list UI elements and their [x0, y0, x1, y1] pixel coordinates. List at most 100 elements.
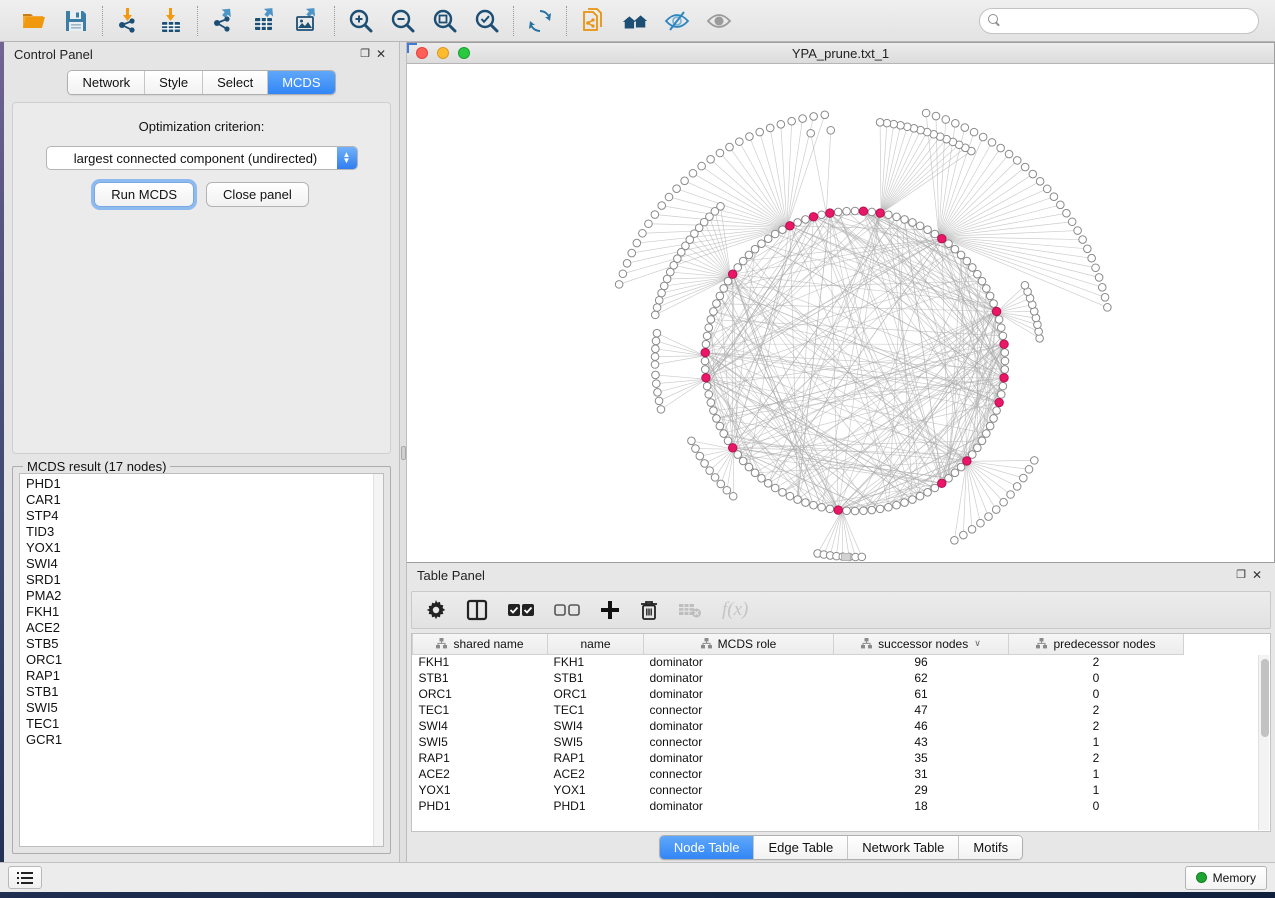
table-vscroll[interactable]: [1258, 655, 1269, 830]
mcds-result-item[interactable]: FKH1: [26, 604, 383, 620]
show-graphics-details-icon[interactable]: [705, 7, 733, 35]
select-all-icon[interactable]: [508, 597, 534, 623]
mcds-result-item[interactable]: TID3: [26, 524, 383, 540]
table-row[interactable]: PHD1PHD1dominator180: [413, 798, 1272, 814]
import-table-icon[interactable]: [157, 7, 185, 35]
toggle-columns-icon[interactable]: [466, 597, 488, 623]
table-row[interactable]: TEC1TEC1connector472: [413, 702, 1272, 718]
zoom-out-icon[interactable]: [389, 7, 417, 35]
export-table-icon[interactable]: [252, 7, 280, 35]
network-hscroll-thumb[interactable]: [841, 553, 851, 561]
split-pane-divider[interactable]: [400, 42, 407, 862]
mcds-result-item[interactable]: SWI4: [26, 556, 383, 572]
table-row[interactable]: YOX1YOX1connector291: [413, 782, 1272, 798]
network-canvas[interactable]: [407, 64, 1274, 562]
mcds-result-item[interactable]: ORC1: [26, 652, 383, 668]
table-vscroll-thumb[interactable]: [1261, 659, 1269, 737]
delete-column-icon[interactable]: [640, 597, 658, 623]
mcds-result-item[interactable]: PMA2: [26, 588, 383, 604]
column-header-name[interactable]: name: [548, 634, 644, 654]
table-row[interactable]: RAP1RAP1dominator352: [413, 750, 1272, 766]
task-history-button[interactable]: [8, 866, 42, 889]
table-row[interactable]: ACE2ACE2connector311: [413, 766, 1272, 782]
mcds-result-item[interactable]: STP4: [26, 508, 383, 524]
search-input[interactable]: [1007, 13, 1250, 29]
table-cell: 2: [1009, 702, 1184, 718]
table-row[interactable]: SWI5SWI5connector431: [413, 734, 1272, 750]
table-cell: 1: [1009, 782, 1184, 798]
table-row[interactable]: SWI4SWI4dominator462: [413, 718, 1272, 734]
float-panel-button[interactable]: ❐: [357, 46, 373, 62]
tab-node-table[interactable]: Node Table: [660, 836, 755, 859]
close-table-panel-button[interactable]: ✕: [1249, 567, 1265, 583]
run-mcds-button[interactable]: Run MCDS: [94, 182, 194, 207]
home-networks-icon[interactable]: [621, 7, 649, 35]
table-cell: STB1: [413, 670, 548, 686]
tab-motifs[interactable]: Motifs: [959, 836, 1022, 859]
column-header-successor-nodes[interactable]: successor nodes∨: [834, 634, 1009, 654]
zoom-fit-icon[interactable]: [431, 7, 459, 35]
mcds-result-item[interactable]: TEC1: [26, 716, 383, 732]
open-file-icon[interactable]: [20, 7, 48, 35]
search-field[interactable]: [979, 8, 1259, 34]
zoom-selected-icon[interactable]: [473, 7, 501, 35]
delete-table-icon: [678, 597, 702, 623]
tab-network-table[interactable]: Network Table: [848, 836, 959, 859]
mcds-result-item[interactable]: CAR1: [26, 492, 383, 508]
table-cell: 18: [834, 798, 1009, 814]
table-row[interactable]: ORC1ORC1dominator610: [413, 686, 1272, 702]
import-network-icon[interactable]: [115, 7, 143, 35]
table-cell: dominator: [644, 654, 834, 670]
tab-select[interactable]: Select: [203, 71, 268, 94]
column-header-MCDS-role[interactable]: MCDS role: [644, 634, 834, 654]
mcds-result-item[interactable]: STB5: [26, 636, 383, 652]
network-graph[interactable]: [407, 64, 1273, 562]
column-header-shared-name[interactable]: shared name: [413, 634, 548, 654]
save-session-icon[interactable]: [62, 7, 90, 35]
table-settings-gear-icon[interactable]: [426, 597, 446, 623]
table-cell: 43: [834, 734, 1009, 750]
network-window-titlebar[interactable]: YPA_prune.txt_1: [407, 43, 1274, 64]
close-panel-button-mcds[interactable]: Close panel: [206, 182, 309, 207]
refresh-icon[interactable]: [526, 7, 554, 35]
zoom-in-icon[interactable]: [347, 7, 375, 35]
network-title: YPA_prune.txt_1: [407, 46, 1274, 61]
tab-style[interactable]: Style: [145, 71, 203, 94]
mcds-result-item[interactable]: ACE2: [26, 620, 383, 636]
table-cell: 31: [834, 766, 1009, 782]
memory-label: Memory: [1213, 871, 1256, 885]
mcds-result-item[interactable]: GCR1: [26, 732, 383, 748]
table-panel: Table Panel ❐ ✕: [407, 563, 1275, 862]
hide-graphics-details-icon[interactable]: [663, 7, 691, 35]
table-header-row[interactable]: shared namenameMCDS rolesuccessor nodes∨…: [413, 634, 1272, 654]
mcds-result-item[interactable]: PHD1: [26, 476, 383, 492]
mcds-result-item[interactable]: RAP1: [26, 668, 383, 684]
share-document-icon[interactable]: [579, 7, 607, 35]
memory-button[interactable]: Memory: [1185, 866, 1267, 890]
deselect-all-icon[interactable]: [554, 597, 580, 623]
column-header-predecessor-nodes[interactable]: predecessor nodes: [1009, 634, 1184, 654]
divider-handle[interactable]: [401, 446, 406, 460]
mcds-result-item[interactable]: STB1: [26, 684, 383, 700]
table-cell: PHD1: [548, 798, 644, 814]
mcds-list-scrollbar[interactable]: [373, 474, 383, 846]
table-row[interactable]: FKH1FKH1dominator962: [413, 654, 1272, 670]
optimization-criterion-dropdown[interactable]: largest connected component (undirected)…: [46, 146, 358, 170]
table-cell: ACE2: [548, 766, 644, 782]
mcds-result-item[interactable]: SWI5: [26, 700, 383, 716]
close-panel-button[interactable]: ✕: [373, 46, 389, 62]
memory-status-icon: [1196, 872, 1207, 883]
tab-edge-table[interactable]: Edge Table: [754, 836, 848, 859]
mcds-result-list[interactable]: PHD1CAR1STP4TID3YOX1SWI4SRD1PMA2FKH1ACE2…: [19, 473, 384, 847]
create-column-icon[interactable]: [600, 597, 620, 623]
tab-network[interactable]: Network: [68, 71, 145, 94]
mcds-result-item[interactable]: SRD1: [26, 572, 383, 588]
export-image-icon[interactable]: [294, 7, 322, 35]
export-network-icon[interactable]: [210, 7, 238, 35]
table-cell: dominator: [644, 798, 834, 814]
table-row[interactable]: STB1STB1dominator620: [413, 670, 1272, 686]
control-panel-title: Control Panel: [14, 47, 357, 62]
float-table-panel-button[interactable]: ❐: [1233, 567, 1249, 583]
tab-mcds[interactable]: MCDS: [268, 71, 334, 94]
mcds-result-item[interactable]: YOX1: [26, 540, 383, 556]
